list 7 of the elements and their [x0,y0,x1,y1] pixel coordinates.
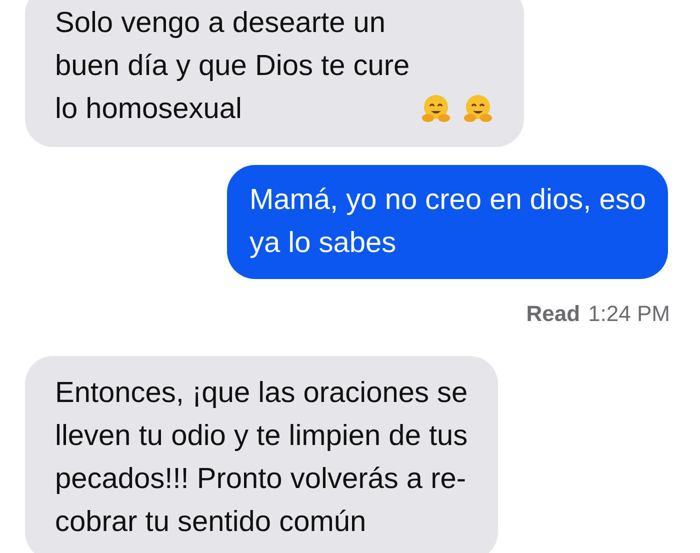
message-text: Entonces, ¡que las oraciones se lleven tu odio y te limpien de tus pecados!!! Pronto volverás a re- cobrar tu sentido común [55,376,468,540]
hugging-face-icon [420,93,452,125]
read-label: Read [526,300,580,328]
message-text: Solo vengo a desearte un buen día y que Dios te cure lo homosexual [55,6,410,127]
read-time: 1:24 PM [588,300,670,328]
message-text: Mamá, yo no creo en dios, eso ya lo sabes [249,184,646,259]
hugging-face-icon [462,93,494,125]
